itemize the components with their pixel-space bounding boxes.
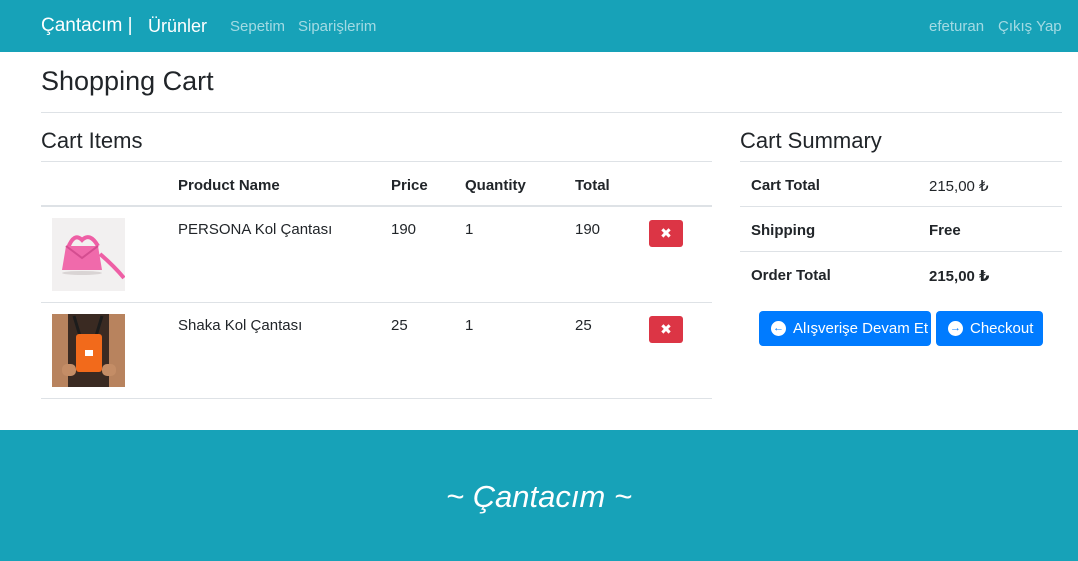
product-quantity: 1 xyxy=(465,221,474,238)
nav-username[interactable]: efeturan xyxy=(929,18,984,35)
close-icon: ✖ xyxy=(660,321,672,337)
summary-row-cart-total: Cart Total 215,00 ₺ xyxy=(740,161,1062,206)
product-quantity: 1 xyxy=(465,317,474,334)
cart-table-header: Product Name Price Quantity Total xyxy=(41,161,712,207)
nav-products[interactable]: Ürünler xyxy=(148,16,207,37)
remove-item-button[interactable]: ✖ xyxy=(649,220,683,247)
navbar: Çantacım | Ürünler Sepetim Siparişlerim … xyxy=(0,0,1078,52)
product-name[interactable]: Shaka Kol Çantası xyxy=(178,317,302,334)
cart-summary-table: Cart Total 215,00 ₺ Shipping Free Order … xyxy=(740,161,1062,296)
product-name[interactable]: PERSONA Kol Çantası xyxy=(178,221,332,238)
order-total-value: 215,00 ₺ xyxy=(929,268,990,285)
header-total: Total xyxy=(575,177,610,194)
nav-logout[interactable]: Çıkış Yap xyxy=(998,18,1062,35)
product-image-orange-crossbody-bag[interactable] xyxy=(52,314,125,387)
arrow-circle-left-icon: ← xyxy=(771,321,786,336)
order-total-label: Order Total xyxy=(751,267,831,284)
header-product-name: Product Name xyxy=(178,177,280,194)
brand-logo[interactable]: Çantacım | xyxy=(41,15,133,37)
remove-item-button[interactable]: ✖ xyxy=(649,316,683,343)
summary-row-shipping: Shipping Free xyxy=(740,206,1062,251)
footer-brand: ~ Çantacım ~ xyxy=(445,479,633,514)
shipping-label: Shipping xyxy=(751,222,816,239)
cart-items-title: Cart Items xyxy=(41,128,143,153)
cart-total-value: 215,00 ₺ xyxy=(929,178,989,195)
page-title: Shopping Cart xyxy=(41,66,214,96)
cart-summary-title: Cart Summary xyxy=(740,128,882,153)
cart-total-label: Cart Total xyxy=(751,177,820,194)
product-total: 25 xyxy=(575,317,592,334)
checkout-button[interactable]: → Checkout xyxy=(936,311,1043,346)
table-row: Shaka Kol Çantası 25 1 25 ✖ xyxy=(41,303,712,399)
header-quantity: Quantity xyxy=(465,177,526,194)
nav-cart[interactable]: Sepetim xyxy=(230,18,285,35)
continue-shopping-button[interactable]: ← Alışverişe Devam Et xyxy=(759,311,931,346)
summary-row-order-total: Order Total 215,00 ₺ xyxy=(740,251,1062,296)
close-icon: ✖ xyxy=(660,225,672,241)
footer: ~ Çantacım ~ xyxy=(0,430,1078,561)
nav-orders[interactable]: Siparişlerim xyxy=(298,18,376,35)
product-image-pink-handbag[interactable] xyxy=(52,218,125,291)
table-row: PERSONA Kol Çantası 190 1 190 ✖ xyxy=(41,207,712,303)
product-total: 190 xyxy=(575,221,601,238)
cart-table: Product Name Price Quantity Total PERSON… xyxy=(41,161,712,399)
header-price: Price xyxy=(391,177,428,194)
arrow-circle-right-icon: → xyxy=(948,321,963,336)
shipping-value: Free xyxy=(929,222,961,239)
product-price: 25 xyxy=(391,317,408,334)
title-divider xyxy=(41,112,1062,113)
product-price: 190 xyxy=(391,221,417,238)
